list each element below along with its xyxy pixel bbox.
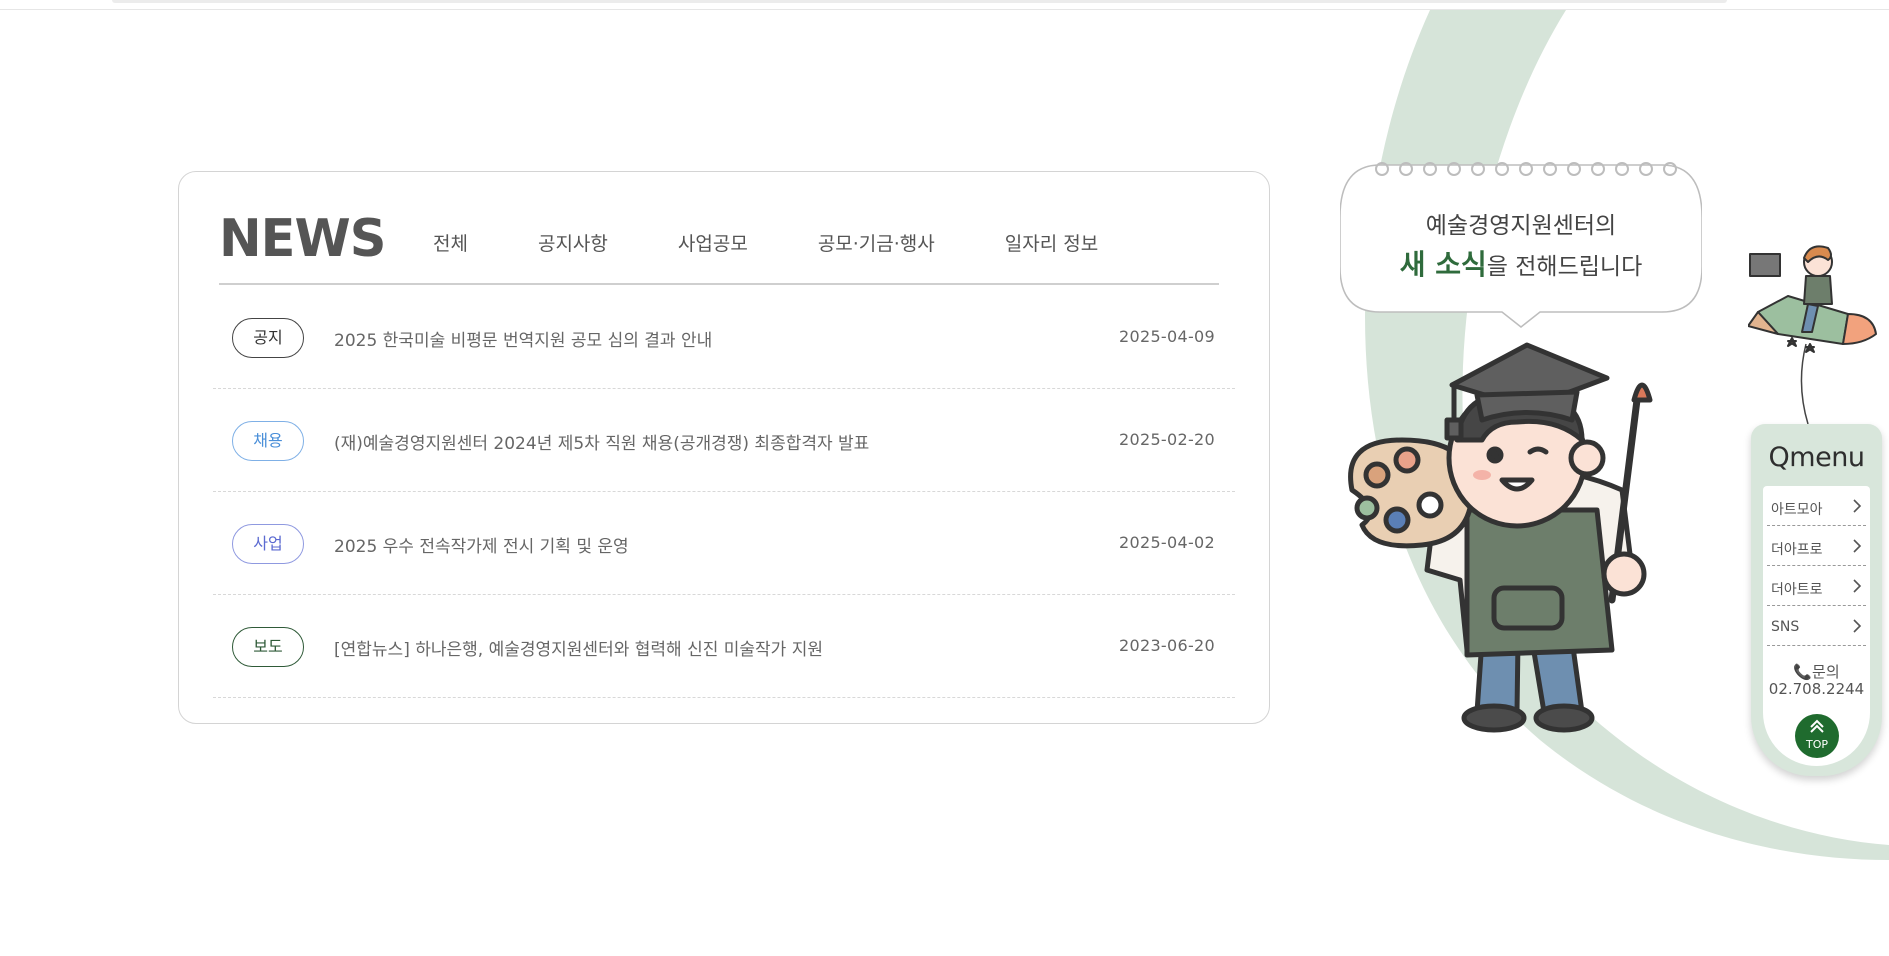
- contact-phone: 02.708.2244: [1768, 680, 1865, 698]
- pencil-rocket-kid-illustration: [1748, 245, 1877, 424]
- tab-jobs[interactable]: 일자리 정보: [1005, 229, 1098, 256]
- category-badge: 보도: [232, 627, 304, 667]
- contact-info[interactable]: 📞문의 02.708.2244: [1763, 664, 1870, 698]
- category-badge: 사업: [232, 524, 304, 564]
- news-date: 2025-04-09: [1119, 327, 1215, 346]
- bubble-accent-text: 새 소식: [1399, 248, 1487, 281]
- quick-menu-item-label: 더아트로: [1771, 582, 1823, 598]
- news-divider: [219, 283, 1219, 285]
- scroll-top-label: TOP: [1805, 738, 1828, 751]
- quick-menu-panel: 아트모아 더아프로 더아트로 SNS 📞문의 02.708.2244 TOP: [1763, 486, 1870, 766]
- bubble-line-2: 새 소식을 전해드립니다: [1340, 245, 1702, 287]
- tab-contest-fund-event[interactable]: 공모·기금·행사: [818, 229, 935, 256]
- quick-menu-item-theartro[interactable]: 더아트로: [1767, 566, 1866, 606]
- contact-label: 문의: [1812, 663, 1840, 681]
- news-row[interactable]: 공지 2025 한국미술 비평문 번역지원 공모 심의 결과 안내 2025-0…: [213, 286, 1235, 389]
- tab-notice[interactable]: 공지사항: [538, 229, 608, 256]
- news-tab-bar: 전체 공지사항 사업공모 공모·기금·행사 일자리 정보: [433, 229, 1168, 256]
- phone-icon: 📞: [1793, 663, 1813, 681]
- news-list: 공지 2025 한국미술 비평문 번역지원 공모 심의 결과 안내 2025-0…: [213, 286, 1235, 698]
- bubble-message: 예술경영지원센터의 새 소식을 전해드립니다: [1340, 207, 1702, 287]
- graduate-painter-illustration: [1348, 342, 1653, 733]
- news-title-link[interactable]: [연합뉴스] 하나은행, 예술경영지원센터와 협력해 신진 미술작가 지원: [334, 635, 823, 660]
- news-row[interactable]: 사업 2025 우수 전속작가제 전시 기획 및 운영 2025-04-02: [213, 492, 1235, 595]
- quick-menu-item-label: 더아프로: [1771, 542, 1823, 558]
- header-shadow-bar: [112, 0, 1727, 3]
- news-date: 2025-04-02: [1119, 533, 1215, 552]
- quick-menu-item-artmoa[interactable]: 아트모아: [1767, 486, 1866, 526]
- quick-menu-item-sns[interactable]: SNS: [1767, 606, 1866, 646]
- news-title-link[interactable]: 2025 한국미술 비평문 번역지원 공모 심의 결과 안내: [334, 326, 712, 351]
- category-badge: 채용: [232, 421, 304, 461]
- tab-all[interactable]: 전체: [433, 229, 468, 256]
- quick-menu: Qmenu 아트모아 더아프로 더아트로 SNS 📞문의 02.708.2244…: [1751, 424, 1882, 776]
- quick-menu-title: Qmenu: [1768, 442, 1865, 473]
- quick-menu-item-label: 아트모아: [1771, 502, 1823, 518]
- category-badge: 공지: [232, 318, 304, 358]
- chevron-right-icon: [1853, 579, 1862, 593]
- quick-menu-item-theapro[interactable]: 더아프로: [1767, 526, 1866, 566]
- scroll-top-button[interactable]: TOP: [1795, 714, 1839, 758]
- top-header-strip: [0, 0, 1889, 10]
- news-date: 2025-02-20: [1119, 430, 1215, 449]
- news-title-link[interactable]: (재)예술경영지원센터 2024년 제5차 직원 채용(공개경쟁) 최종합격자 …: [334, 429, 869, 454]
- bubble-line-2-rest: 을 전해드립니다: [1486, 254, 1643, 280]
- chevron-right-icon: [1853, 539, 1862, 553]
- news-row[interactable]: 보도 [연합뉴스] 하나은행, 예술경영지원센터와 협력해 신진 미술작가 지원…: [213, 595, 1235, 698]
- bubble-line-1: 예술경영지원센터의: [1425, 213, 1617, 239]
- news-title-link[interactable]: 2025 우수 전속작가제 전시 기획 및 운영: [334, 532, 629, 557]
- quick-menu-item-label: SNS: [1771, 619, 1800, 635]
- chevron-right-icon: [1853, 619, 1862, 633]
- chevron-up-icon: [1810, 719, 1824, 733]
- news-card: NEWS 전체 공지사항 사업공모 공모·기금·행사 일자리 정보 공지 202…: [178, 171, 1270, 724]
- chevron-right-icon: [1853, 499, 1862, 513]
- news-row[interactable]: 채용 (재)예술경영지원센터 2024년 제5차 직원 채용(공개경쟁) 최종합…: [213, 389, 1235, 492]
- tab-business[interactable]: 사업공모: [678, 229, 748, 256]
- speech-bubble: 예술경영지원센터의 새 소식을 전해드립니다: [1340, 157, 1702, 330]
- news-date: 2023-06-20: [1119, 636, 1215, 655]
- news-heading: NEWS: [219, 209, 386, 269]
- news-header: NEWS 전체 공지사항 사업공모 공모·기금·행사 일자리 정보: [219, 209, 1219, 285]
